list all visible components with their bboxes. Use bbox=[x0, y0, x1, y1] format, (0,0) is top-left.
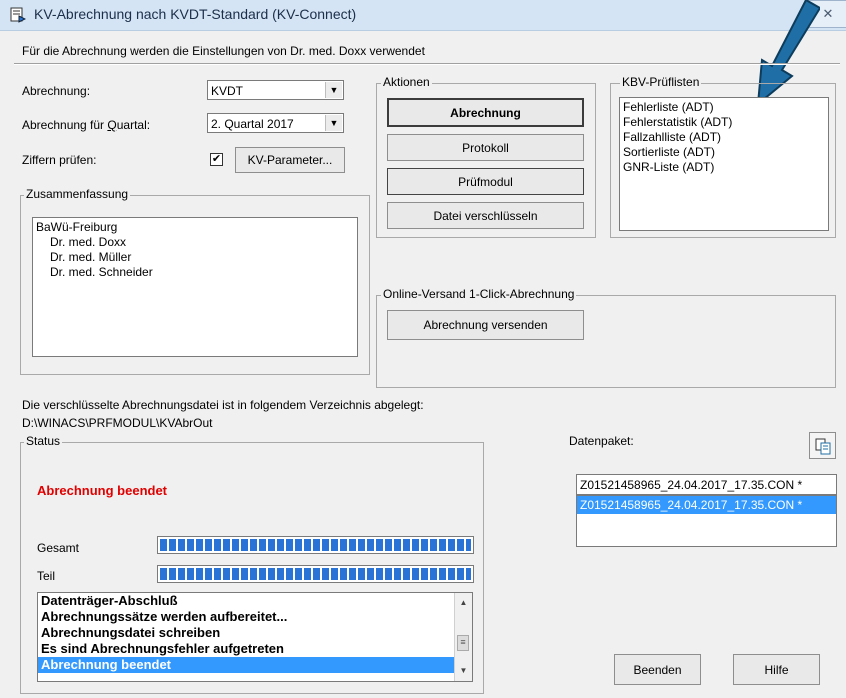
datenpaket-label: Datenpaket: bbox=[569, 434, 634, 448]
list-item: Dr. med. Schneider bbox=[50, 265, 153, 279]
list-item[interactable]: GNR-Liste (ADT) bbox=[623, 160, 825, 175]
path-value: D:\WINACS\PRFMODUL\KVAbrOut bbox=[22, 416, 213, 430]
status-title: Status bbox=[24, 434, 63, 448]
gesamt-label: Gesamt bbox=[37, 541, 80, 555]
pruefmodul-button[interactable]: Prüfmodul bbox=[387, 168, 584, 195]
chevron-down-icon[interactable]: ▼ bbox=[325, 115, 342, 131]
divider bbox=[14, 63, 840, 65]
list-item[interactable]: Sortierliste (ADT) bbox=[623, 145, 825, 160]
status-log-list[interactable]: Datenträger-Abschluß Abrechnungssätze we… bbox=[37, 592, 473, 682]
list-item[interactable]: Fallzahlliste (ADT) bbox=[623, 130, 825, 145]
gesamt-progress-fill bbox=[160, 539, 471, 551]
list-item: BaWü-Freiburg bbox=[36, 220, 118, 234]
protokoll-button[interactable]: Protokoll bbox=[387, 134, 584, 161]
log-scrollbar[interactable]: ▲ ≡ ▼ bbox=[454, 593, 472, 681]
abrechnung-select[interactable]: KVDT ▼ bbox=[207, 80, 344, 100]
quartal-label-mnemonic: Q bbox=[107, 118, 117, 132]
scroll-thumb[interactable]: ≡ bbox=[457, 635, 469, 651]
online-versand-title: Online-Versand 1-Click-Abrechnung bbox=[381, 287, 577, 301]
abrechnung-label: Abrechnung: bbox=[22, 84, 91, 98]
zusammenfassung-title: Zusammenfassung bbox=[24, 187, 131, 201]
datenpaket-input[interactable]: Z01521458965_24.04.2017_17.35.CON * bbox=[576, 474, 837, 495]
status-message: Abrechnung beendet bbox=[37, 483, 168, 498]
copy-button[interactable] bbox=[809, 432, 836, 459]
log-item: Abrechnungsdatei schreiben bbox=[41, 625, 221, 640]
zusammenfassung-list[interactable]: BaWü-Freiburg Dr. med. Doxx Dr. med. Mül… bbox=[32, 217, 358, 357]
chevron-down-icon[interactable]: ▼ bbox=[325, 82, 342, 98]
title-bar[interactable]: KV-Abrechnung nach KVDT-Standard (KV-Con… bbox=[0, 0, 846, 31]
close-icon: ✕ bbox=[822, 6, 834, 21]
quartal-select[interactable]: 2. Quartal 2017 ▼ bbox=[207, 113, 344, 133]
log-item: Es sind Abrechnungsfehler aufgetreten bbox=[41, 641, 284, 656]
app-icon bbox=[10, 7, 26, 23]
teil-progress-bar bbox=[157, 565, 474, 583]
teil-progress-fill bbox=[160, 568, 471, 580]
hilfe-button[interactable]: Hilfe bbox=[733, 654, 820, 685]
online-versand-group bbox=[376, 295, 836, 388]
scroll-up-icon[interactable]: ▲ bbox=[455, 595, 472, 611]
kbv-prueflisten-list[interactable]: Fehlerliste (ADT) Fehlerstatistik (ADT) … bbox=[619, 97, 829, 231]
abrechnung-versenden-button[interactable]: Abrechnung versenden bbox=[387, 310, 584, 340]
list-item: Dr. med. Doxx bbox=[50, 235, 127, 249]
subtitle: Für die Abrechnung werden die Einstellun… bbox=[22, 44, 425, 58]
datei-verschluesseln-button[interactable]: Datei verschlüsseln bbox=[387, 202, 584, 229]
kbv-prueflisten-title: KBV-Prüflisten bbox=[620, 75, 702, 89]
log-item: Datenträger-Abschluß bbox=[41, 593, 178, 608]
quartal-label-prefix: Abrechnung für bbox=[22, 118, 108, 132]
gesamt-progress-bar bbox=[157, 536, 474, 554]
datenpaket-list[interactable]: Z01521458965_24.04.2017_17.35.CON * bbox=[576, 495, 837, 547]
copy-icon bbox=[815, 438, 830, 454]
quartal-label: Abrechnung für Quartal: bbox=[22, 118, 150, 132]
teil-label: Teil bbox=[37, 569, 56, 583]
path-info-text: Die verschlüsselte Abrechnungsdatei ist … bbox=[22, 398, 424, 412]
ziffern-label: Ziffern prüfen: bbox=[22, 153, 97, 167]
kv-parameter-button[interactable]: KV-Parameter... bbox=[235, 147, 345, 173]
abrechnung-select-value: KVDT bbox=[211, 84, 244, 98]
list-item[interactable]: Fehlerliste (ADT) bbox=[623, 100, 825, 115]
window-title: KV-Abrechnung nach KVDT-Standard (KV-Con… bbox=[34, 6, 357, 22]
quartal-select-value: 2. Quartal 2017 bbox=[211, 117, 294, 131]
list-item: Dr. med. Müller bbox=[50, 250, 132, 264]
log-item: Abrechnungssätze werden aufbereitet... bbox=[41, 609, 288, 624]
ziffern-checkbox[interactable]: ✔ bbox=[210, 153, 223, 166]
abrechnung-button[interactable]: Abrechnung bbox=[387, 98, 584, 127]
scroll-down-icon[interactable]: ▼ bbox=[455, 663, 472, 679]
aktionen-title: Aktionen bbox=[381, 75, 432, 89]
quartal-label-suffix: uartal: bbox=[116, 118, 151, 132]
list-item-selected[interactable]: Z01521458965_24.04.2017_17.35.CON * bbox=[577, 496, 836, 514]
list-item[interactable]: Fehlerstatistik (ADT) bbox=[623, 115, 825, 130]
beenden-button[interactable]: Beenden bbox=[614, 654, 701, 685]
main-window: KV-Abrechnung nach KVDT-Standard (KV-Con… bbox=[0, 0, 846, 698]
log-item-selected: Abrechnung beendet bbox=[38, 657, 455, 673]
